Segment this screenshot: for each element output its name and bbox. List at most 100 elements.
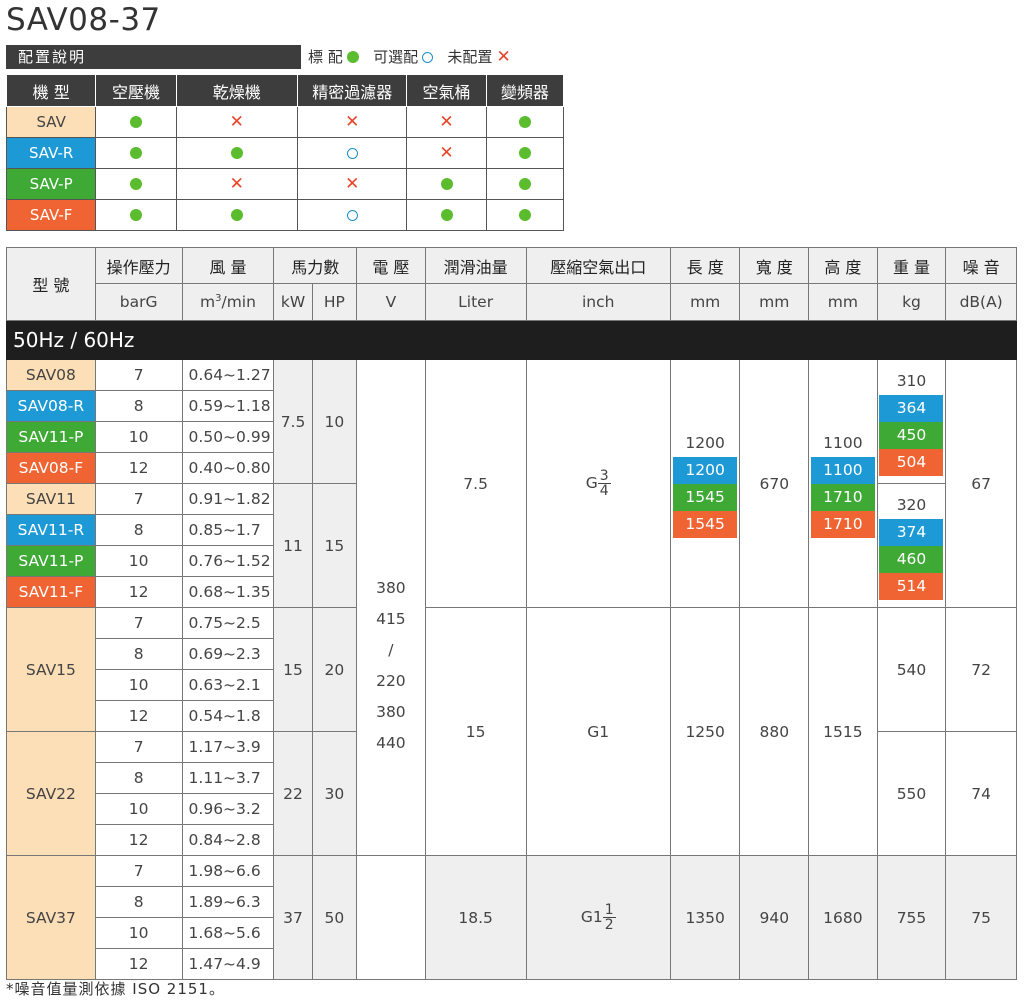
unit-length: mm [669, 283, 741, 321]
pressure-cell: 7 [94, 483, 183, 515]
length-cell: 1350 [669, 855, 741, 980]
weight-cell: 540 [876, 607, 947, 732]
config-cell: ✕ [406, 137, 487, 169]
header-weight: 重 量 [876, 247, 947, 284]
standard-dot-icon [440, 209, 453, 221]
model-cell: SAV15 [6, 607, 96, 732]
unit-hp: HP [311, 283, 358, 321]
standard-dot-icon [129, 147, 142, 159]
config-header: 乾燥機 [175, 75, 299, 107]
optional-ring-icon [422, 52, 434, 63]
model-cell: SAV11-P [6, 545, 96, 577]
length-cell: 1200 1200 1545 1545 [669, 359, 741, 608]
config-cell [406, 168, 487, 200]
voltage-value: 220 [376, 672, 406, 690]
config-table: 機 型 空壓機 乾燥機 精密過濾器 空氣桶 變頻器 SAV ✕ ✕ ✕ SAV-R ✕ SA… [5, 75, 565, 231]
config-header: 精密過濾器 [297, 75, 408, 107]
height-tag: 1100 [823, 433, 863, 452]
optional-ring-icon [346, 148, 358, 159]
voltage-value: 380 [376, 703, 406, 721]
noise-cell: 67 [945, 359, 1017, 608]
pressure-cell: 8 [94, 762, 183, 794]
unit-voltage: V [356, 283, 426, 321]
width-cell: 670 [739, 359, 810, 608]
config-model: SAV [5, 106, 97, 138]
spec-row: SAV37 7 1.98~6.6 37 50 18.5 G1 1 2 1350 940 1680 755… [6, 855, 1017, 980]
config-header: 空壓機 [95, 75, 177, 107]
flow-cell: 1.68~5.6 [181, 917, 275, 949]
config-cell [485, 168, 565, 200]
model-cell: SAV08-R [6, 390, 96, 422]
none-cross-icon: ✕ [439, 143, 454, 163]
length-tag: 1545 [673, 483, 738, 511]
model-cell: SAV37 [6, 855, 96, 980]
config-header: 空氣桶 [406, 75, 487, 107]
height-tag: 1710 [810, 510, 875, 538]
standard-dot-icon [230, 209, 243, 221]
pressure-cell: 12 [94, 948, 183, 980]
length-cell: 1250 [669, 607, 741, 856]
header-flow: 風 量 [181, 247, 275, 284]
footnote: *噪音值量測依據 ISO 2151。 [6, 980, 225, 998]
config-cell [175, 137, 299, 169]
kw-cell: 7.5 [273, 359, 313, 484]
none-cross-icon: ✕ [345, 112, 360, 132]
pressure-cell: 10 [94, 669, 183, 701]
header-power: 馬力數 [273, 247, 358, 284]
header-voltage: 電 壓 [356, 247, 426, 284]
model-cell: SAV11-F [6, 576, 96, 608]
standard-dot-icon [440, 178, 453, 190]
flow-cell: 0.84~2.8 [181, 824, 275, 856]
config-header: 變頻器 [485, 75, 565, 107]
standard-dot-icon [518, 147, 531, 159]
page-title: SAV08-37 [6, 2, 161, 38]
none-cross-icon: ✕ [229, 174, 244, 194]
none-cross-icon: ✕ [229, 112, 244, 132]
pressure-cell: 12 [94, 452, 183, 484]
header-length: 長 度 [669, 247, 741, 284]
weight-tag: 374 [879, 518, 944, 546]
config-cell: ✕ [175, 106, 299, 138]
pressure-cell: 8 [94, 886, 183, 918]
standard-dot-icon [518, 209, 531, 221]
outlet-size: G34 [585, 468, 611, 499]
kw-cell: 15 [273, 607, 313, 732]
flow-cell: 0.64~1.27 [181, 359, 275, 391]
flow-cell: 0.76~1.52 [181, 545, 275, 577]
config-cell [485, 199, 565, 231]
model-cell: SAV08 [6, 359, 96, 391]
model-cell: SAV11-P [6, 421, 96, 453]
hp-cell: 30 [311, 731, 358, 856]
pressure-cell: 10 [94, 545, 183, 577]
flow-cell: 0.69~2.3 [181, 638, 275, 670]
outlet-cell: G1 [525, 607, 671, 856]
weight-tag: 364 [879, 394, 944, 422]
flow-cell: 0.91~1.82 [181, 483, 275, 515]
config-row: SAV-P ✕ ✕ [5, 168, 565, 200]
standard-dot-icon [230, 147, 243, 159]
model-cell: SAV22 [6, 731, 96, 856]
unit-oil: Liter [424, 283, 527, 321]
length-tag: 1200 [673, 456, 738, 484]
pressure-cell: 8 [94, 390, 183, 422]
flow-cell: 0.85~1.7 [181, 514, 275, 546]
hp-cell: 10 [311, 359, 358, 484]
model-cell: SAV11 [6, 483, 96, 515]
weight-cell: 755 [876, 855, 947, 980]
weight-tag: 514 [879, 572, 944, 600]
weight-tag: 504 [879, 448, 944, 476]
pressure-cell: 10 [94, 421, 183, 453]
none-cross-icon: ✕ [345, 174, 360, 194]
config-cell [297, 199, 408, 231]
header-width: 寬 度 [739, 247, 810, 284]
config-cell [485, 106, 565, 138]
config-legend-bar: 配置說明 [6, 45, 301, 69]
hp-cell: 50 [311, 855, 358, 980]
height-cell: 1100 1100 1710 1710 [808, 359, 878, 608]
config-cell [95, 168, 177, 200]
pressure-cell: 7 [94, 855, 183, 887]
model-cell: SAV08-F [6, 452, 96, 484]
pressure-cell: 12 [94, 824, 183, 856]
unit-noise: dB(A) [945, 283, 1017, 321]
config-cell [297, 137, 408, 169]
